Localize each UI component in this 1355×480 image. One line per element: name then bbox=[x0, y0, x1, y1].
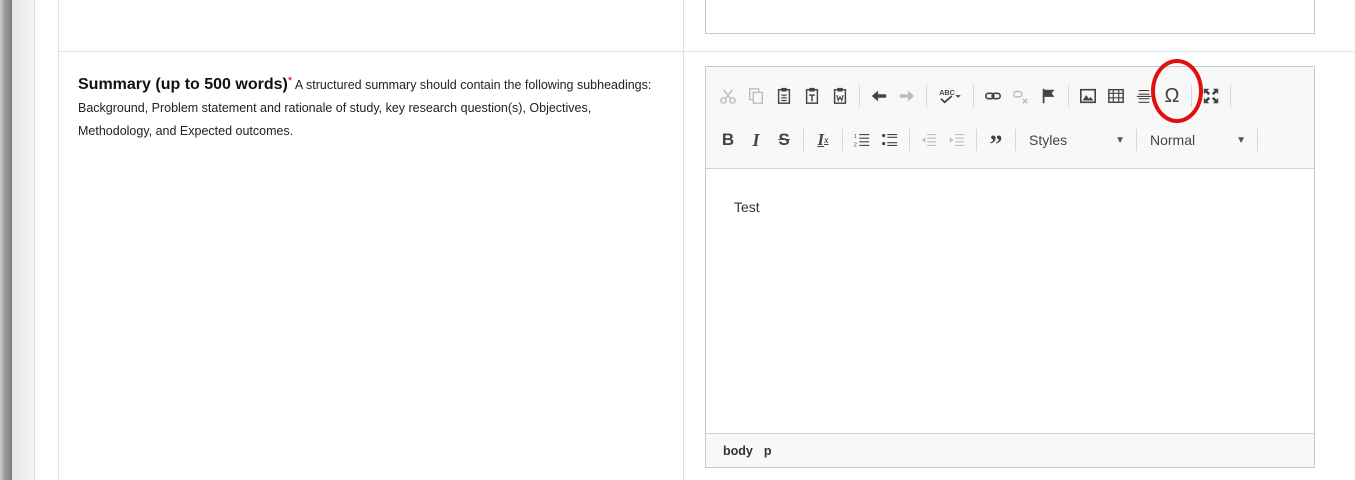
paste-icon[interactable] bbox=[770, 82, 798, 110]
unlink-icon[interactable] bbox=[1007, 82, 1035, 110]
toolbar-row-2: B I S Ix 12 ” Styles ▼ Normal ▼ bbox=[714, 121, 1263, 159]
chevron-down-icon: ▼ bbox=[1236, 134, 1246, 146]
indent-icon[interactable] bbox=[943, 126, 971, 154]
editor-content-area[interactable]: Test bbox=[706, 168, 1314, 434]
strike-icon[interactable]: S bbox=[770, 126, 798, 154]
image-icon[interactable] bbox=[1074, 82, 1102, 110]
undo-icon[interactable] bbox=[865, 82, 893, 110]
svg-text:ABC: ABC bbox=[939, 88, 955, 97]
anchor-icon[interactable] bbox=[1035, 82, 1063, 110]
path-p[interactable]: p bbox=[764, 444, 772, 458]
form-row-divider bbox=[58, 51, 1355, 52]
styles-dropdown[interactable]: Styles ▼ bbox=[1021, 127, 1131, 153]
previous-field-editor[interactable] bbox=[705, 0, 1315, 34]
red-highlight-circle bbox=[1151, 59, 1203, 123]
left-gutter bbox=[12, 0, 35, 480]
form-left-border bbox=[58, 0, 59, 480]
bold-icon[interactable]: B bbox=[714, 126, 742, 154]
editor-element-path: body p bbox=[706, 433, 1314, 467]
blockquote-icon[interactable]: ” bbox=[982, 121, 1010, 159]
svg-text:1: 1 bbox=[854, 134, 857, 140]
editor-paragraph[interactable]: Test bbox=[734, 199, 760, 215]
cut-icon[interactable] bbox=[714, 82, 742, 110]
svg-text:2: 2 bbox=[854, 142, 857, 148]
spellcheck-icon[interactable]: ABC bbox=[932, 82, 968, 110]
editor-toolbar: ABC Ω B I S Ix 12 ” Styles ▼ Normal ▼ bbox=[706, 67, 1314, 169]
redo-icon[interactable] bbox=[893, 82, 921, 110]
format-dropdown[interactable]: Normal ▼ bbox=[1142, 127, 1252, 153]
numbered-list-icon[interactable]: 12 bbox=[848, 126, 876, 154]
paste-word-icon[interactable] bbox=[826, 82, 854, 110]
styles-label: Styles bbox=[1029, 132, 1068, 148]
table-icon[interactable] bbox=[1102, 82, 1130, 110]
remove-format-icon[interactable]: Ix bbox=[809, 126, 837, 154]
rich-text-editor[interactable]: ABC Ω B I S Ix 12 ” Styles ▼ Normal ▼ Te… bbox=[705, 66, 1315, 468]
italic-icon[interactable]: I bbox=[742, 126, 770, 154]
outdent-icon[interactable] bbox=[915, 126, 943, 154]
format-label: Normal bbox=[1150, 132, 1196, 148]
path-body[interactable]: body bbox=[723, 444, 753, 458]
link-icon[interactable] bbox=[979, 82, 1007, 110]
copy-icon[interactable] bbox=[742, 82, 770, 110]
form-column-divider bbox=[683, 0, 684, 480]
paste-text-icon[interactable] bbox=[798, 82, 826, 110]
field-title: Summary (up to 500 words) bbox=[78, 76, 288, 94]
chevron-down-icon: ▼ bbox=[1115, 134, 1125, 146]
bulleted-list-icon[interactable] bbox=[876, 126, 904, 154]
window-edge bbox=[0, 0, 12, 480]
field-label: Summary (up to 500 words)* A structured … bbox=[78, 70, 668, 143]
